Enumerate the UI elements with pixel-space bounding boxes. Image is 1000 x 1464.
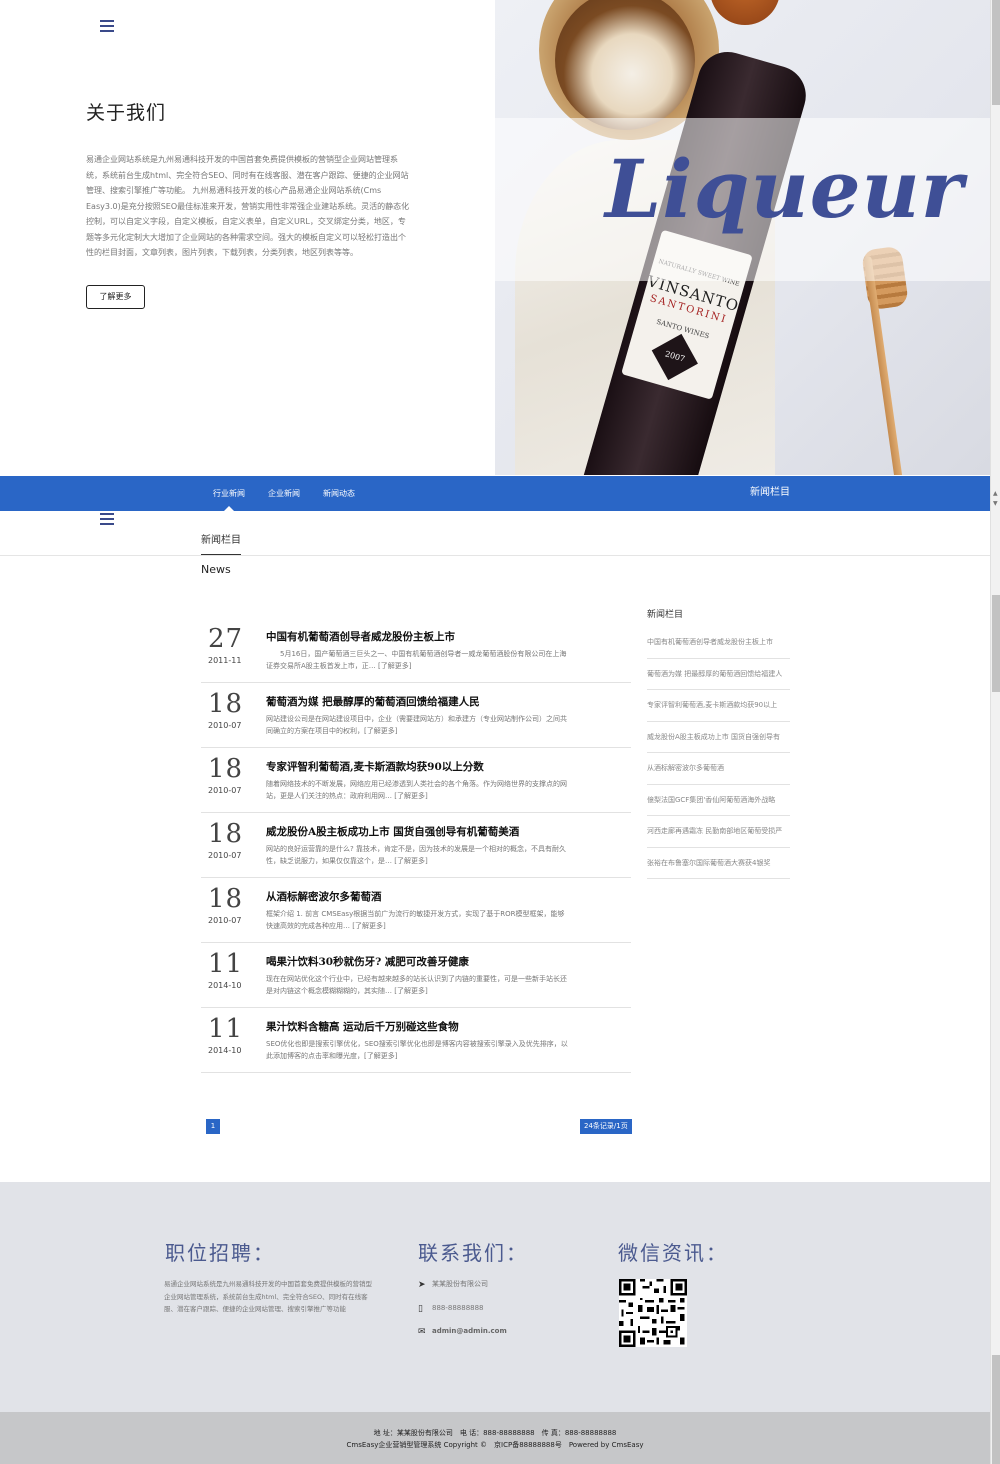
news-date: 2010-07	[208, 721, 242, 730]
news-item: 18 2010-07 葡萄酒为媒 把最醇厚的葡萄酒回馈给福建人民 网站建设公司是…	[201, 683, 631, 748]
company-name: 某某股份有限公司	[432, 1280, 488, 1288]
about-section: 关于我们 易通企业网站系统是九州易通科技开发的中国首套免费提供模板的营销型企业网…	[0, 0, 495, 475]
news-title-link[interactable]: 喝果汁饮料30秒就伤牙? 减肥可改善牙健康	[266, 954, 469, 969]
phone-number: 888-88888888	[432, 1303, 484, 1312]
contact-address: ➤ 某某股份有限公司	[418, 1278, 588, 1302]
sidebar-link[interactable]: 葡萄酒为媒 把最醇厚的葡萄酒回馈给福建人	[647, 659, 790, 690]
about-title: 关于我们	[86, 102, 167, 124]
scrollbar-thumb[interactable]	[992, 0, 1000, 105]
sidebar-title: 新闻栏目	[647, 610, 684, 620]
news-item: 11 2014-10 喝果汁饮料30秒就伤牙? 减肥可改善牙健康 现在在网站优化…	[201, 943, 631, 1008]
pagination-info: 24条记录/1页	[580, 1119, 632, 1134]
news-summary: 框架介绍 1. 前言 CMSEasy根据当前广为流行的敏捷开发方式，实现了基于R…	[266, 910, 565, 930]
footer: 职位招聘： 易通企业网站系统是九州易通科技开发的中国首套免费提供模板的营销型企业…	[0, 1182, 990, 1412]
scrollbar-thumb[interactable]	[992, 1355, 1000, 1464]
contact-heading: 联系我们：	[418, 1241, 528, 1265]
learn-more-button[interactable]: 了解更多	[86, 285, 145, 309]
news-day: 18	[208, 884, 244, 914]
copyright-bar: 地 址：某某股份有限公司 电 话：888-88888888 传 真：888-88…	[0, 1412, 990, 1464]
news-title-link[interactable]: 专家评智利葡萄酒,麦卡斯酒款均获90以上分数	[266, 759, 484, 774]
news-title-link[interactable]: 中国有机葡萄酒创导者威龙股份主板上市	[266, 629, 455, 644]
tab-news-updates[interactable]: 新闻动态	[323, 476, 355, 511]
news-title-link[interactable]: 葡萄酒为媒 把最醇厚的葡萄酒回馈给福建人民	[266, 694, 480, 709]
news-item: 11 2014-10 果汁饮料含糖高 运动后千万别碰这些食物 SEO优化也即是搜…	[201, 1008, 631, 1073]
jobs-heading: 职位招聘：	[165, 1241, 275, 1265]
tab-company-news[interactable]: 企业新闻	[268, 476, 300, 511]
contact-email: ✉ admin@admin.com	[418, 1325, 588, 1349]
nav-section-title: 新闻栏目	[750, 487, 790, 498]
news-item: 18 2010-07 专家评智利葡萄酒,麦卡斯酒款均获90以上分数 随着网络技术…	[201, 748, 631, 813]
section-en-title: News	[201, 563, 231, 576]
news-summary: 随着网络技术的不断发展，网络应用已经渗透到人类社会的各个角落。作为网络世界的支撑…	[266, 780, 567, 800]
active-tab-caret	[224, 506, 234, 511]
news-title-link[interactable]: 从酒标解密波尔多葡萄酒	[266, 889, 382, 904]
news-date: 2011-11	[208, 656, 242, 665]
divider	[0, 555, 990, 556]
news-item: 18 2010-07 威龙股份A股主板成功上市 国货自强创导有机葡萄美酒 网站的…	[201, 813, 631, 878]
banner-word: Liqueur	[605, 142, 964, 236]
sidebar-link[interactable]: 中国有机葡萄酒创导者威龙股份主板上市	[647, 627, 790, 659]
scrollbar[interactable]: ▲ ▼	[990, 0, 1000, 1464]
news-title-link[interactable]: 威龙股份A股主板成功上市 国货自强创导有机葡萄美酒	[266, 824, 519, 839]
news-summary: 5月16日，国产葡萄酒三巨头之一、中国有机葡萄酒创导者一威龙葡萄酒股份有限公司在…	[266, 650, 567, 670]
scrollbar-thumb[interactable]	[992, 595, 1000, 692]
address-line: 地 址：某某股份有限公司 电 话：888-88888888 传 真：888-88…	[373, 1429, 617, 1437]
news-day: 18	[208, 754, 244, 784]
news-item: 27 2011-11 中国有机葡萄酒创导者威龙股份主板上市 5月16日，国产葡萄…	[201, 618, 631, 683]
copyright-line: CmsEasy企业营销型管理系统 Copyright © 京ICP备888888…	[346, 1441, 644, 1449]
sidebar-link[interactable]: 河西走廊再遇霜冻 民勤南部地区葡萄受损严	[647, 816, 790, 848]
news-title-link[interactable]: 果汁饮料含糖高 运动后千万别碰这些食物	[266, 1019, 459, 1034]
news-list: 27 2011-11 中国有机葡萄酒创导者威龙股份主板上市 5月16日，国产葡萄…	[201, 618, 631, 1073]
honey-jar	[710, 0, 780, 25]
news-item: 18 2010-07 从酒标解密波尔多葡萄酒 框架介绍 1. 前言 CMSEas…	[201, 878, 631, 943]
mobile-phone-icon: ▯	[418, 1303, 423, 1314]
news-day: 11	[208, 1014, 244, 1044]
news-date: 2010-07	[208, 916, 242, 925]
sidebar-link[interactable]: 专家评智利葡萄酒,麦卡斯酒款均获90以上	[647, 690, 790, 722]
sidebar-list: 中国有机葡萄酒创导者威龙股份主板上市 葡萄酒为媒 把最醇厚的葡萄酒回馈给福建人 …	[647, 627, 790, 879]
wechat-qr-code	[619, 1279, 687, 1347]
wechat-heading: 微信资讯：	[618, 1241, 728, 1265]
sidebar-link[interactable]: 张裕在布鲁塞尔国际葡萄酒大赛获4银奖	[647, 848, 790, 879]
page-number-button[interactable]: 1	[206, 1119, 220, 1134]
envelope-icon: ✉	[418, 1327, 426, 1337]
news-date: 2014-10	[208, 1046, 242, 1055]
news-date: 2010-07	[208, 786, 242, 795]
contact-list: ➤ 某某股份有限公司 ▯ 888-88888888 ✉ admin@admin.…	[418, 1278, 588, 1349]
news-day: 18	[208, 689, 244, 719]
section-title: 新闻栏目	[201, 535, 241, 546]
news-summary: SEO优化也即是搜索引擎优化，SEO搜索引擎优化也即是博客内容被搜索引擎录入及优…	[266, 1040, 568, 1060]
news-day: 27	[208, 624, 244, 654]
jobs-text: 易通企业网站系统是九州易通科技开发的中国首套免费提供模板的营销型企业网站管理系统…	[164, 1280, 372, 1313]
news-date: 2010-07	[208, 851, 242, 860]
news-summary: 现在在网站优化这个行业中，已经有越来越多的站长认识到了内链的重要性，可是一些新手…	[266, 975, 567, 995]
paper-plane-icon: ➤	[418, 1280, 426, 1290]
sidebar-link[interactable]: 億梨法国GCF集团'香仙阿葡萄酒海外战略	[647, 785, 790, 816]
news-summary: 网站的良好运营靠的是什么? 靠技术，肯定不是，因为技术的发展是一个相对的概念，不…	[266, 845, 566, 865]
news-date: 2014-10	[208, 981, 242, 990]
news-day: 18	[208, 819, 244, 849]
hero-banner-image: NATURALLY SWEET WINE VINSANTO SANTORINI …	[495, 0, 990, 475]
news-day: 11	[208, 949, 244, 979]
scroll-down-arrow-icon[interactable]: ▼	[993, 500, 998, 507]
news-summary: 网站建设公司是在网站建设项目中，企业（需要建网站方）和承建方（专业网站制作公司）…	[266, 715, 567, 735]
sidebar-link[interactable]: 威龙股份A股主板成功上市 国货自强创导有	[647, 722, 790, 753]
hamburger-icon[interactable]	[100, 20, 114, 32]
scroll-up-arrow-icon[interactable]: ▲	[993, 490, 998, 497]
email-link[interactable]: admin@admin.com	[432, 1327, 507, 1335]
about-text: 易通企业网站系统是九州易通科技开发的中国首套免费提供模板的营销型企业网站管理系统…	[86, 155, 410, 257]
page: 关于我们 易通企业网站系统是九州易通科技开发的中国首套免费提供模板的营销型企业网…	[0, 0, 990, 1464]
hamburger-icon[interactable]	[100, 513, 114, 525]
sidebar-link[interactable]: 从酒标解密波尔多葡萄酒	[647, 753, 790, 785]
contact-phone: ▯ 888-88888888	[418, 1302, 588, 1326]
news-nav-bar: 行业新闻 企业新闻 新闻动态 新闻栏目	[0, 476, 990, 511]
